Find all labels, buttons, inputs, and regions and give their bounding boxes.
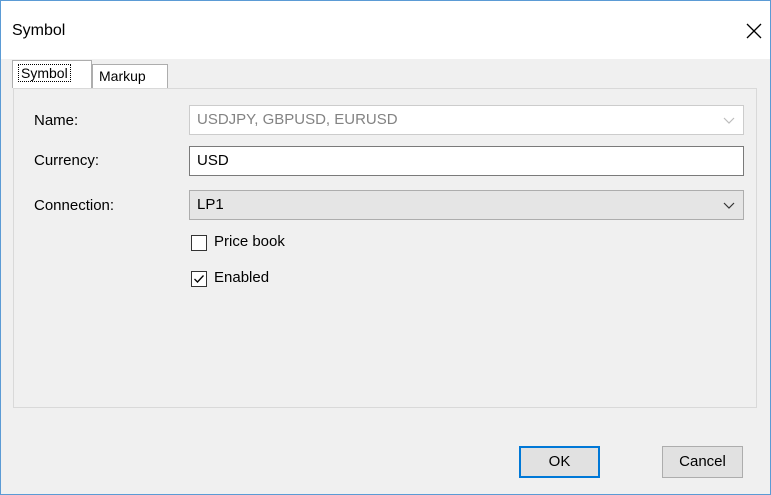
- tab-panel: [13, 88, 757, 408]
- name-label: Name:: [34, 112, 79, 129]
- symbol-dialog: Symbol Symbol Markup Name: USDJPY, GBPUS…: [0, 0, 771, 495]
- ok-button[interactable]: OK: [519, 446, 600, 478]
- connection-value: LP1: [197, 196, 224, 213]
- price-book-label[interactable]: Price book: [214, 233, 285, 250]
- connection-select[interactable]: LP1: [189, 190, 744, 220]
- tab-symbol-label: Symbol: [18, 64, 71, 82]
- currency-label: Currency:: [34, 152, 100, 169]
- enabled-label[interactable]: Enabled: [214, 269, 269, 286]
- close-icon[interactable]: [742, 19, 766, 43]
- enabled-checkbox[interactable]: [191, 271, 207, 287]
- tab-symbol[interactable]: Symbol: [12, 60, 92, 88]
- title-bar[interactable]: Symbol: [1, 1, 770, 59]
- cancel-button[interactable]: Cancel: [662, 446, 743, 478]
- checkmark-icon: [194, 275, 204, 283]
- currency-input[interactable]: USD: [189, 146, 744, 176]
- chevron-down-icon: [723, 117, 735, 124]
- tab-markup-label: Markup: [99, 68, 146, 84]
- price-book-checkbox[interactable]: [191, 235, 207, 251]
- currency-value: USD: [197, 152, 229, 169]
- tab-markup[interactable]: Markup: [92, 64, 168, 89]
- chevron-down-icon: [723, 202, 735, 209]
- connection-label: Connection:: [34, 197, 115, 214]
- name-value: USDJPY, GBPUSD, EURUSD: [197, 111, 398, 128]
- name-combo: USDJPY, GBPUSD, EURUSD: [189, 105, 744, 135]
- window-title: Symbol: [12, 22, 66, 39]
